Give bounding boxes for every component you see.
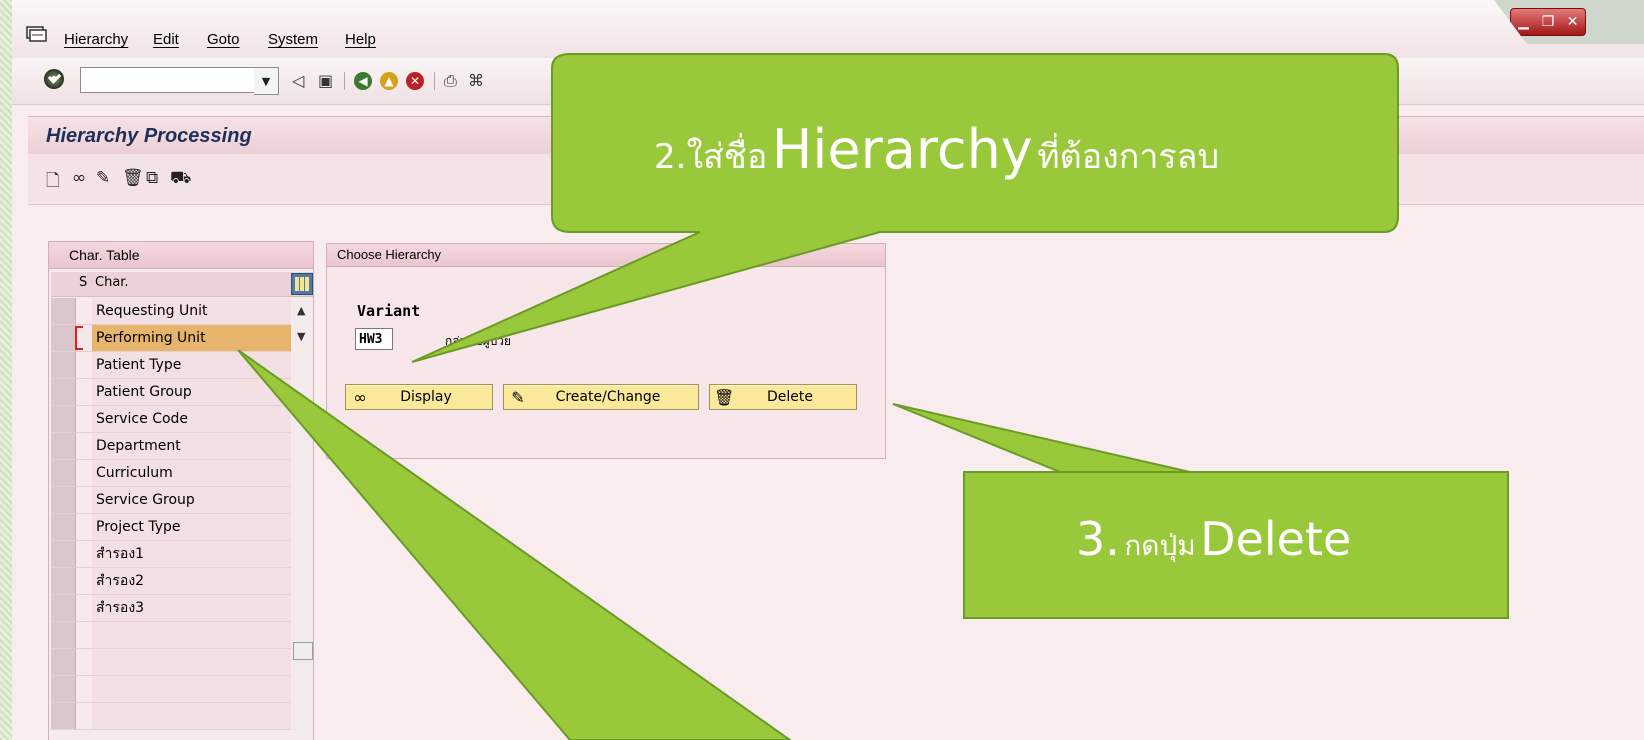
callout-overlay xyxy=(237,53,1509,740)
callout-step2-prefix: 2.ใส่ชื่อ xyxy=(654,137,768,177)
callout-step3-text: 3. กดปุ่ม Delete xyxy=(1076,512,1351,568)
callout-step2-shape xyxy=(411,53,1399,363)
callout-step3-mid: กดปุ่ม xyxy=(1124,529,1196,562)
callout-step3-prefix: 3. xyxy=(1076,512,1120,566)
callout-step2-suffix: ที่ต้องการลบ xyxy=(1037,137,1220,177)
callout-step2-text: 2.ใส่ชื่อ Hierarchy ที่ต้องการลบ xyxy=(654,118,1219,183)
callout-step2-big: Hierarchy xyxy=(771,118,1033,181)
callout-step1-pointer xyxy=(237,349,792,740)
callout-step3-shape xyxy=(892,403,1509,619)
callout-step3-big: Delete xyxy=(1200,512,1352,566)
